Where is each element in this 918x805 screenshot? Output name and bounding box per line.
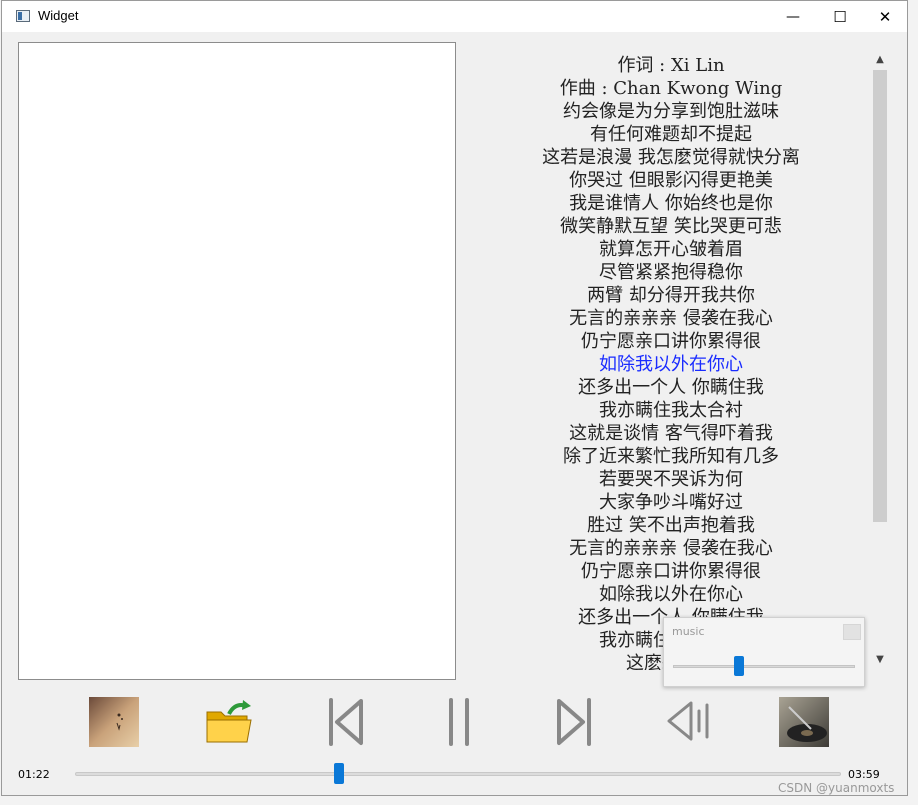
popup-title: music <box>672 625 705 638</box>
lyric-line: 两臂 却分得开我共你 <box>587 285 755 306</box>
lyric-line: 有任何难题却不提起 <box>590 124 752 145</box>
lyric-line: 就算怎开心皱着眉 <box>599 239 743 260</box>
album-art-panel <box>18 42 456 680</box>
record-player-thumbnail <box>779 697 829 747</box>
volume-slider-handle[interactable] <box>733 656 744 676</box>
previous-track-button[interactable] <box>320 697 370 747</box>
next-track-button[interactable] <box>550 697 600 747</box>
lyric-line: 无言的亲亲亲 侵袭在我心 <box>569 538 773 559</box>
maximize-icon: ☐ <box>833 7 847 26</box>
progress-track[interactable] <box>75 772 841 776</box>
lyric-line: 除了近来繁忙我所知有几多 <box>563 446 779 467</box>
volume-button[interactable] <box>660 697 718 747</box>
app-window-icon <box>16 10 30 22</box>
lyric-line: 胜过 笑不出声抱着我 <box>587 515 755 536</box>
popup-close-button[interactable] <box>843 624 861 640</box>
pause-button[interactable] <box>436 697 482 747</box>
lyric-line: 还多出一个人 你瞒住我 <box>578 377 764 398</box>
album-cover-thumbnail <box>89 697 139 747</box>
lyric-line: 约会像是为分享到饱肚滋味 <box>563 101 779 122</box>
folder-open-icon <box>206 700 252 743</box>
music-volume-popup: music <box>663 617 865 687</box>
lyrics-scrollbar[interactable]: ▲ ▼ <box>872 52 888 670</box>
volume-icon <box>667 701 709 741</box>
close-button[interactable]: ✕ <box>862 1 908 32</box>
lyric-line: 你哭过 但眼影闪得更艳美 <box>569 170 773 191</box>
lyric-line: 这若是浪漫 我怎麽觉得就快分离 <box>542 147 800 168</box>
vinyl-cover-button[interactable] <box>779 697 829 747</box>
lyric-line: 这就是谈情 客气得吓着我 <box>569 423 773 444</box>
open-folder-button[interactable] <box>202 697 256 747</box>
lyric-line: 仍宁愿亲口讲你累得很 <box>581 561 761 582</box>
lyric-line: 作曲 : Chan Kwong Wing <box>559 78 783 99</box>
lyric-line: 如除我以外在你心 <box>599 584 743 605</box>
minimize-button[interactable]: — <box>770 1 816 32</box>
volume-slider-track[interactable] <box>673 665 855 668</box>
lyric-line: 我是谁情人 你始终也是你 <box>569 193 773 214</box>
album-cover-button[interactable] <box>89 697 139 747</box>
lyric-line: 若要哭不哭诉为何 <box>599 469 743 490</box>
pause-icon <box>449 698 469 746</box>
lyric-line: 作词 : Xi Lin <box>617 55 725 76</box>
current-time-label: 01:22 <box>18 768 50 781</box>
total-time-label: 03:59 <box>848 768 880 781</box>
lyric-line-current: 如除我以外在你心 <box>599 354 743 375</box>
minimize-icon: — <box>786 8 800 25</box>
scroll-up-arrow-icon[interactable]: ▲ <box>872 52 888 68</box>
maximize-button[interactable]: ☐ <box>817 1 863 32</box>
lyrics-list[interactable]: 作词 : Xi Lin 作曲 : Chan Kwong Wing 约会像是为分享到饱… <box>468 54 874 670</box>
lyric-line: 无言的亲亲亲 侵袭在我心 <box>569 308 773 329</box>
lyric-line: 仍宁愿亲口讲你累得很 <box>581 331 761 352</box>
next-track-icon <box>557 698 591 746</box>
lyric-line: 我亦瞒住我太合衬 <box>599 400 743 421</box>
scroll-down-arrow-icon[interactable]: ▼ <box>872 652 888 668</box>
lyric-line: 微笑静默互望 笑比哭更可悲 <box>560 216 782 237</box>
watermark-text: CSDN @yuanmoxts <box>778 781 895 795</box>
lyric-line: 大家争吵斗嘴好过 <box>599 492 743 513</box>
close-icon: ✕ <box>878 7 892 26</box>
previous-track-icon <box>329 698 363 746</box>
progress-slider-handle[interactable] <box>334 763 345 784</box>
title-bar[interactable]: Widget — ☐ ✕ <box>2 1 907 32</box>
window-title: Widget <box>38 8 79 23</box>
lyric-line: 尽管紧紧抱得稳你 <box>599 262 743 283</box>
scrollbar-thumb[interactable] <box>873 70 887 522</box>
